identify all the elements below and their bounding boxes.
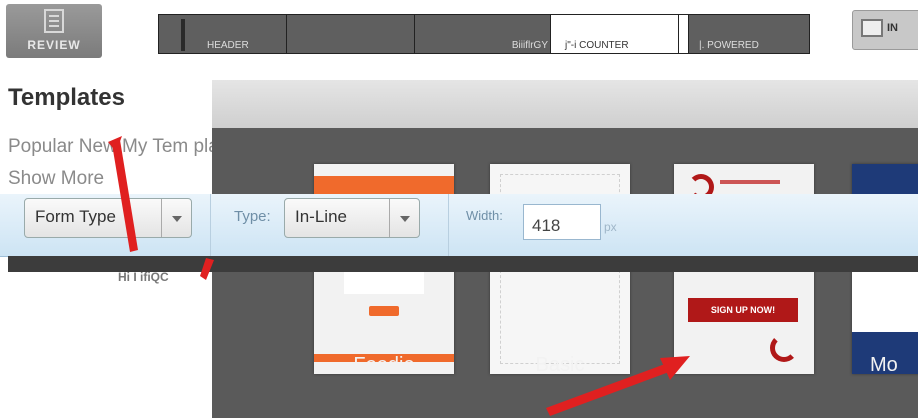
form-toolbar: Form Type Type: In-Line Width: [0,194,918,257]
toolbar-divider [210,194,211,256]
type-dropdown[interactable]: In-Line [284,198,420,238]
template-name: Mo [870,354,898,376]
nav-item-label: HEADER [207,40,249,51]
nav-separator [679,15,689,53]
chevron-down-icon [161,199,191,237]
page-title: Templates [8,84,125,111]
type-label: Type: [234,208,271,225]
width-input[interactable] [523,204,601,240]
nav-item-2[interactable] [287,15,415,53]
image-icon [861,19,883,37]
nav-item-label: j"-i COUNTER [565,40,629,51]
pointer-cta: SIGN UP NOW! [688,298,798,322]
top-nav-bar: HEADER BiiiflrGY j"-i COUNTER |. POWERED [158,14,810,54]
toolbar-divider [448,194,449,256]
nav-item-powered[interactable]: |. POWERED [689,15,809,53]
insert-label: IN [887,22,898,34]
template-name: Foodie [353,354,415,376]
template-name: Basic [535,354,585,376]
insert-image-button[interactable]: IN [852,10,918,50]
nav-item-counter[interactable]: j"-i COUNTER [551,15,679,53]
show-more-link[interactable]: Show More [8,168,104,190]
gallery-header [212,80,918,128]
chevron-down-icon [389,199,419,237]
review-button[interactable]: REVIEW [6,4,102,58]
review-label: REVIEW [27,38,81,52]
width-label: Width: [466,208,503,223]
type-value: In-Line [295,207,347,226]
form-type-value: Form Type [35,207,116,226]
document-icon [44,9,64,33]
nav-item-label: BiiiflrGY [511,40,548,51]
nav-item-3[interactable]: BiiiflrGY [415,15,551,53]
width-unit: px [604,220,617,234]
nav-item-header[interactable]: HEADER [159,15,287,53]
partial-label: Hi I ifiQC [118,270,169,284]
nav-item-label: |. POWERED [699,40,759,51]
template-name: Pointer [712,354,776,376]
form-type-dropdown[interactable]: Form Type [24,198,192,238]
